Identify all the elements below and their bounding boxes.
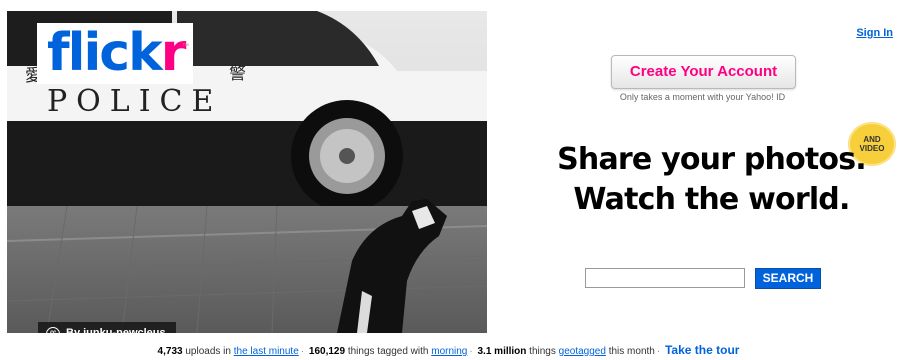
photo-credit-text: By junku-newcleus <box>66 327 166 333</box>
creative-commons-icon: cc <box>46 326 60 333</box>
morning-tag-link[interactable]: morning <box>431 346 467 357</box>
photo-credit[interactable]: cc By junku-newcleus <box>38 322 176 333</box>
logo-text-accent: r <box>160 23 187 83</box>
geotagged-text: things <box>526 346 559 357</box>
geotagged-count: 3.1 million <box>477 346 527 357</box>
tagged-text: things tagged with <box>345 346 432 357</box>
car-police-text: POLICE <box>47 84 222 119</box>
tagline: Share your photos. Watch the world. <box>530 140 893 220</box>
search-input[interactable] <box>585 268 745 288</box>
create-account-button[interactable]: Create Your Account <box>611 55 796 89</box>
uploads-count: 4,733 <box>157 346 183 357</box>
take-the-tour-link[interactable]: Take the tour <box>665 343 739 357</box>
stats-separator: · <box>469 346 473 357</box>
svg-text:警: 警 <box>229 64 246 84</box>
last-minute-link[interactable]: the last minute <box>234 346 299 357</box>
flickr-logo[interactable]: flickr <box>47 23 187 83</box>
stats-separator: · <box>656 346 661 357</box>
geotagged-suffix: this month <box>605 346 655 357</box>
geotagged-link[interactable]: geotagged <box>559 346 606 357</box>
site-stats: 4,733 uploads in the last minute · 160,12… <box>0 343 897 357</box>
logo-text-main: flick <box>47 23 163 83</box>
create-account-subtext: Only takes a moment with your Yahoo! ID <box>619 92 786 102</box>
sign-in-link[interactable]: Sign In <box>856 27 893 39</box>
tagged-count: 160,129 <box>308 346 346 357</box>
search-button[interactable]: SEARCH <box>755 268 821 289</box>
stats-separator: · <box>300 346 305 357</box>
tagline-line-1: Share your photos. <box>557 142 867 177</box>
uploads-text: uploads in <box>182 346 234 357</box>
tagline-line-2: Watch the world. <box>573 182 850 217</box>
hero-photo[interactable]: 愛 知 県 警 POLICE flickr ™ cc By junku-newc… <box>7 11 487 333</box>
logo-trademark: ™ <box>182 43 189 50</box>
